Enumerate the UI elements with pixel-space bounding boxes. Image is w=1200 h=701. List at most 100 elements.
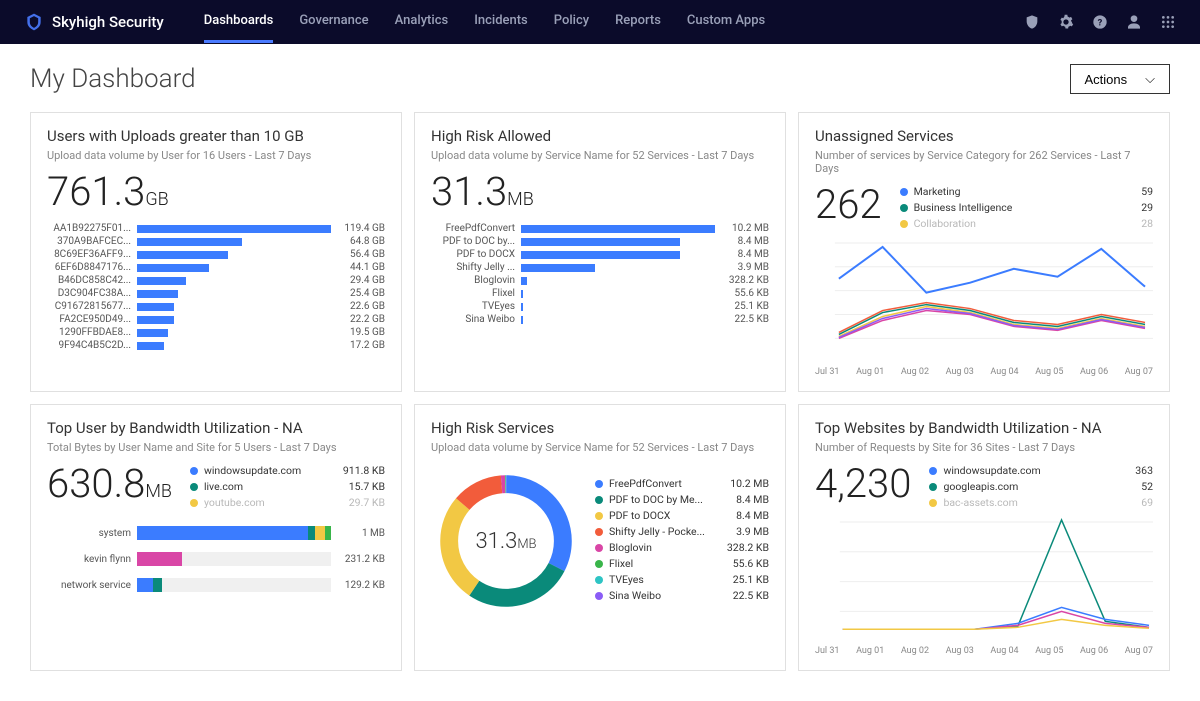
bar-label: D3C904FC38A... bbox=[47, 288, 137, 299]
nav-incidents[interactable]: Incidents bbox=[474, 1, 528, 43]
shield-icon[interactable] bbox=[1024, 14, 1040, 30]
bar-track bbox=[137, 263, 331, 273]
legend-item[interactable]: bac-assets.com69 bbox=[929, 496, 1153, 509]
nav-governance[interactable]: Governance bbox=[299, 1, 368, 43]
x-tick: Aug 03 bbox=[946, 646, 974, 656]
bar-label: Bloglovin bbox=[431, 275, 521, 286]
bar-track bbox=[137, 315, 331, 325]
legend-item[interactable]: FreePdfConvert10.2 MB bbox=[595, 477, 769, 490]
legend-item[interactable]: Marketing59 bbox=[900, 185, 1153, 198]
legend-dot-icon bbox=[595, 512, 603, 520]
legend-item[interactable]: PDF to DOCX 8.4 MB bbox=[595, 509, 769, 522]
nav-analytics[interactable]: Analytics bbox=[395, 1, 449, 43]
bar-value: 22.2 GB bbox=[331, 314, 385, 325]
help-icon[interactable]: ? bbox=[1092, 14, 1108, 30]
legend-item[interactable]: Shifty Jelly - Pocke...3.9 MB bbox=[595, 525, 769, 538]
bar-row: Bloglovin328.2 KB bbox=[431, 274, 769, 287]
legend-item[interactable]: Business Intelligence29 bbox=[900, 201, 1153, 214]
x-tick: Aug 01 bbox=[856, 367, 884, 377]
bar-value: 22.5 KB bbox=[715, 314, 769, 325]
actions-label: Actions bbox=[1085, 72, 1128, 87]
bar-value: 22.6 GB bbox=[331, 301, 385, 312]
bar-track bbox=[521, 289, 715, 299]
nav-policy[interactable]: Policy bbox=[554, 1, 589, 43]
legend-item[interactable]: Bloglovin328.2 KB bbox=[595, 541, 769, 554]
legend-item[interactable]: Sina Weibo22.5 KB bbox=[595, 589, 769, 602]
bar-track bbox=[521, 302, 715, 312]
bar-label: Flixel bbox=[431, 288, 521, 299]
bar-label: C91672815677... bbox=[47, 301, 137, 312]
bar-row: 1290FFBDAE8...19.5 GB bbox=[47, 326, 385, 339]
legend-dot-icon bbox=[595, 592, 603, 600]
header-actions: ? bbox=[1024, 14, 1176, 30]
bar-value: 25.1 KB bbox=[715, 301, 769, 312]
legend-value: 328.2 KB bbox=[727, 541, 769, 554]
apps-grid-icon[interactable] bbox=[1160, 14, 1176, 30]
legend-value: 8.4 MB bbox=[736, 509, 769, 522]
legend-dot-icon bbox=[595, 576, 603, 584]
legend-value: 911.8 KB bbox=[343, 464, 385, 477]
card-subtitle: Upload data volume by Service Name for 5… bbox=[431, 149, 769, 162]
legend-dot-icon bbox=[190, 499, 198, 507]
nav-dashboards[interactable]: Dashboards bbox=[204, 1, 274, 43]
x-tick: Aug 06 bbox=[1080, 646, 1108, 656]
bar-value: 3.9 MB bbox=[715, 262, 769, 273]
legend-item[interactable]: TVEyes25.1 KB bbox=[595, 573, 769, 586]
bar-track bbox=[521, 224, 715, 234]
bar-row: Sina Weibo22.5 KB bbox=[431, 313, 769, 326]
bar-value: 17.2 GB bbox=[331, 340, 385, 351]
card-title: High Risk Allowed bbox=[431, 127, 769, 145]
bar-label: 6EF6D8847176... bbox=[47, 262, 137, 273]
card-title: Top Websites by Bandwidth Utilization - … bbox=[815, 419, 1153, 437]
nav-reports[interactable]: Reports bbox=[615, 1, 661, 43]
x-tick: Aug 05 bbox=[1035, 367, 1063, 377]
bar-value: 10.2 MB bbox=[715, 223, 769, 234]
stacked-bar bbox=[137, 526, 331, 540]
legend-dot-icon bbox=[190, 483, 198, 491]
legend-name: PDF to DOCX bbox=[609, 509, 730, 522]
legend-item[interactable]: Flixel55.6 KB bbox=[595, 557, 769, 570]
gear-icon[interactable] bbox=[1058, 14, 1074, 30]
x-tick: Jul 31 bbox=[815, 367, 839, 377]
legend-item[interactable]: live.com15.7 KB bbox=[190, 480, 385, 493]
bar-label: 8C69EF36AFF9... bbox=[47, 249, 137, 260]
bar-value: 8.4 MB bbox=[715, 236, 769, 247]
bar-row: B46DC858C42...29.4 GB bbox=[47, 274, 385, 287]
bar-track bbox=[137, 302, 331, 312]
legend-value: 8.4 MB bbox=[736, 493, 769, 506]
bar-label: FreePdfConvert bbox=[431, 223, 521, 234]
nav-custom-apps[interactable]: Custom Apps bbox=[687, 1, 765, 43]
bar-label: 370A9BAFCEC... bbox=[47, 236, 137, 247]
legend-name: Shifty Jelly - Pocke... bbox=[609, 525, 730, 538]
page-title: My Dashboard bbox=[30, 64, 196, 94]
bar-track bbox=[137, 328, 331, 338]
user-icon[interactable] bbox=[1126, 14, 1142, 30]
main-nav: Dashboards Governance Analytics Incidents Po… bbox=[204, 1, 765, 43]
bar-value: 19.5 GB bbox=[331, 327, 385, 338]
legend-dot-icon bbox=[929, 483, 937, 491]
x-tick: Aug 04 bbox=[990, 646, 1018, 656]
bar-track bbox=[521, 237, 715, 247]
bar-label: network service bbox=[47, 580, 137, 591]
legend-name: bac-assets.com bbox=[943, 496, 1135, 509]
legend-item[interactable]: windowsupdate.com911.8 KB bbox=[190, 464, 385, 477]
legend-value: 15.7 KB bbox=[349, 480, 385, 493]
bar-value: 29.4 GB bbox=[331, 275, 385, 286]
bar-value: 231.2 KB bbox=[331, 554, 385, 565]
card-subtitle: Upload data volume by Service Name for 5… bbox=[431, 441, 769, 454]
legend-item[interactable]: PDF to DOC by Me...8.4 MB bbox=[595, 493, 769, 506]
legend-item[interactable]: Collaboration28 bbox=[900, 217, 1153, 230]
bar-label: AA1B92275F01... bbox=[47, 223, 137, 234]
actions-button[interactable]: Actions ⌵ bbox=[1070, 64, 1171, 94]
bar-track bbox=[521, 276, 715, 286]
bar-row: 370A9BAFCEC...64.8 GB bbox=[47, 235, 385, 248]
legend-item[interactable]: youtube.com29.7 KB bbox=[190, 496, 385, 509]
bar-track bbox=[137, 224, 331, 234]
shield-hex-icon bbox=[24, 12, 44, 32]
card-title: High Risk Services bbox=[431, 419, 769, 437]
legend-item[interactable]: windowsupdate.com363 bbox=[929, 464, 1153, 477]
legend-item[interactable]: googleapis.com52 bbox=[929, 480, 1153, 493]
big-metric: 761.3GB bbox=[47, 172, 385, 212]
legend-name: Business Intelligence bbox=[914, 201, 1136, 214]
bar-label: TVEyes bbox=[431, 301, 521, 312]
